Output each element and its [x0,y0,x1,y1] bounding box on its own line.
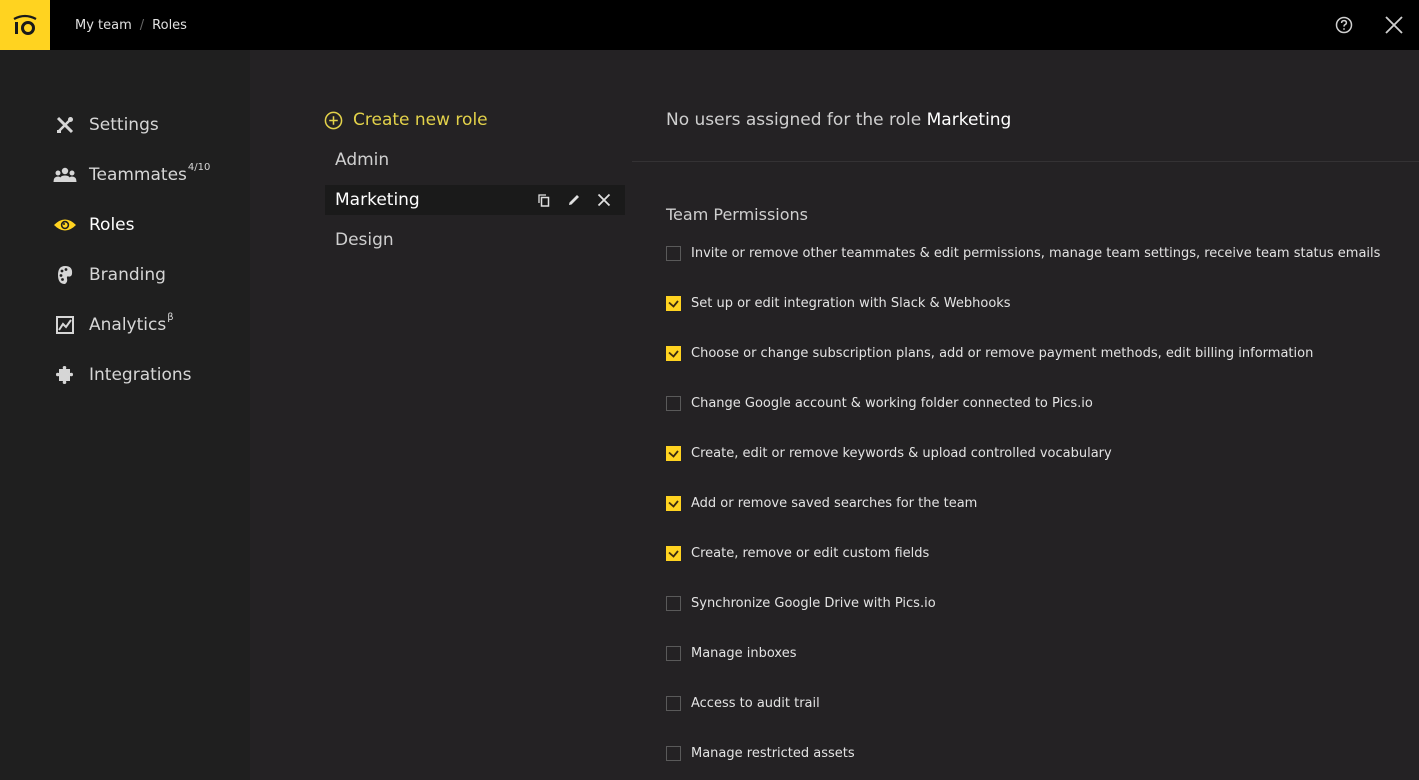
sidebar-item-branding[interactable]: Branding [0,255,250,295]
plus-circle-icon [324,111,343,129]
role-name: Marketing [335,190,420,210]
permission-label: Change Google account & working folder c… [691,395,1093,411]
breadcrumb: My team / Roles [75,0,187,50]
checkmark-icon [668,349,679,358]
permission-checkbox[interactable] [666,545,681,561]
permission-item[interactable]: Manage restricted assets [666,741,855,765]
roles-list-panel: Create new role Admin Marketing Design [250,50,632,780]
users-assigned-message: No users assigned for the role Marketing [666,110,1012,130]
logo[interactable] [0,0,50,50]
permission-item[interactable]: Create, remove or edit custom fields [666,541,929,565]
tools-icon [53,113,77,137]
sidebar-item-analytics[interactable]: Analyticsβ [0,305,250,345]
create-new-role-button[interactable]: Create new role [324,106,488,134]
permission-checkbox[interactable] [666,245,681,261]
role-item-admin[interactable]: Admin [325,145,625,175]
permission-item[interactable]: Add or remove saved searches for the tea… [666,491,977,515]
checkmark-icon [668,449,679,458]
edit-role-button[interactable] [559,185,589,215]
delete-icon [597,193,611,207]
permission-checkbox[interactable] [666,745,681,761]
top-actions [1319,0,1419,50]
assigned-role-name: Marketing [926,110,1012,130]
duplicate-icon [538,193,550,207]
permission-item[interactable]: Synchronize Google Drive with Pics.io [666,591,936,615]
breadcrumb-roles: Roles [152,17,187,33]
sidebar-item-label: Branding [89,265,166,285]
permission-item[interactable]: Set up or edit integration with Slack & … [666,291,1011,315]
duplicate-role-button[interactable] [529,185,559,215]
sidebar-item-roles[interactable]: Roles [0,205,250,245]
picsio-logo-icon [13,14,37,35]
permission-item[interactable]: Create, edit or remove keywords & upload… [666,441,1112,465]
permission-item[interactable]: Access to audit trail [666,691,820,715]
role-item-marketing[interactable]: Marketing [325,185,625,215]
permission-label: Invite or remove other teammates & edit … [691,245,1381,261]
checkmark-icon [668,549,679,558]
palette-icon [53,263,77,287]
breadcrumb-separator: / [139,17,145,33]
chart-icon [53,313,77,337]
sidebar-item-label: Integrations [89,365,192,385]
permission-label: Create, edit or remove keywords & upload… [691,445,1112,461]
role-actions [529,185,619,215]
permission-label: Manage restricted assets [691,745,855,761]
teammates-count-badge: 4/10 [187,162,211,174]
permission-checkbox[interactable] [666,495,681,511]
permission-item[interactable]: Invite or remove other teammates & edit … [666,241,1380,265]
divider [632,161,1419,162]
eye-icon [53,213,77,237]
edit-icon [569,195,579,205]
permission-label: Synchronize Google Drive with Pics.io [691,595,936,611]
sidebar-item-teammates[interactable]: Teammates4/10 [0,155,250,195]
close-icon [1385,16,1403,34]
permission-checkbox[interactable] [666,345,681,361]
permission-checkbox[interactable] [666,295,681,311]
breadcrumb-my-team[interactable]: My team [75,18,132,33]
permission-label: Manage inboxes [691,645,797,661]
permission-label: Access to audit trail [691,695,820,711]
sidebar-item-settings[interactable]: Settings [0,105,250,145]
role-details-panel: No users assigned for the role Marketing… [632,50,1419,780]
create-new-role-label: Create new role [353,110,488,130]
permission-item[interactable]: Manage inboxes [666,641,797,665]
help-button[interactable] [1319,0,1369,50]
permission-checkbox[interactable] [666,445,681,461]
sidebar-item-label: Settings [89,115,159,135]
team-permissions-heading: Team Permissions [666,205,809,224]
puzzle-icon [53,363,77,387]
checkmark-icon [668,299,679,308]
close-button[interactable] [1369,0,1419,50]
role-name: Admin [335,150,390,170]
sidebar-item-label: Roles [89,215,135,235]
role-item-design[interactable]: Design [325,225,625,255]
sidebar-item-label: Analyticsβ [89,312,174,335]
sidebar-item-label: Teammates4/10 [89,162,211,185]
users-icon [53,163,77,187]
sidebar-item-integrations[interactable]: Integrations [0,355,250,395]
checkmark-icon [668,499,679,508]
top-bar: My team / Roles [0,0,1419,50]
role-name: Design [335,230,394,250]
help-circle-icon [1335,16,1353,34]
permission-label: Add or remove saved searches for the tea… [691,495,978,511]
delete-role-button[interactable] [589,185,619,215]
permission-label: Set up or edit integration with Slack & … [691,295,1011,311]
permission-checkbox[interactable] [666,595,681,611]
permission-label: Choose or change subscription plans, add… [691,345,1314,361]
beta-badge: β [167,312,174,324]
permission-checkbox[interactable] [666,395,681,411]
permission-item[interactable]: Choose or change subscription plans, add… [666,341,1313,365]
permission-item[interactable]: Change Google account & working folder c… [666,391,1093,415]
sidebar: Settings Teammates4/10 Roles Branding An… [0,50,250,780]
permission-checkbox[interactable] [666,695,681,711]
permission-label: Create, remove or edit custom fields [691,545,930,561]
permission-checkbox[interactable] [666,645,681,661]
